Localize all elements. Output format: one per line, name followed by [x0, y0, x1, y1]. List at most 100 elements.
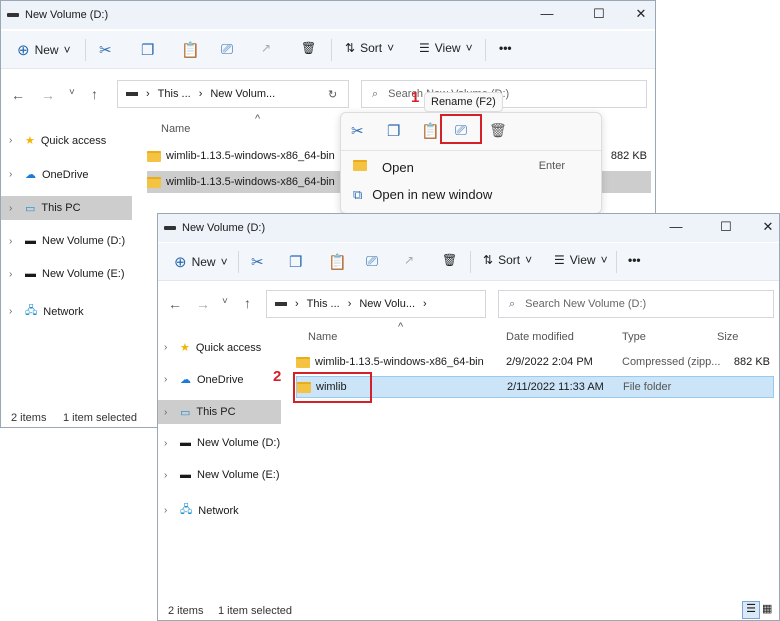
sidebar-label: OneDrive	[42, 168, 89, 181]
more-button[interactable]: •••	[499, 41, 512, 55]
sidebar-item-this-pc[interactable]: › ▭ This PC	[158, 400, 281, 424]
sidebar-item-volume-d[interactable]: › ▬ New Volume (D:)	[164, 437, 280, 449]
delete-icon[interactable]: 🗑	[489, 122, 507, 139]
copy-button[interactable]: ❐	[141, 41, 154, 59]
details-view-button[interactable]: ☰	[742, 601, 760, 619]
open-external-icon: ⧉	[353, 187, 363, 202]
close-button[interactable]: ✕	[758, 219, 778, 235]
search-input[interactable]: ⌕Search New Volume (D:)	[361, 80, 647, 108]
paste-button[interactable]: 📋	[328, 253, 347, 271]
view-button[interactable]: ☰ View ˅	[554, 253, 608, 267]
up-arrow-icon[interactable]: ↑	[244, 295, 251, 311]
network-icon: 🖧	[180, 504, 193, 516]
command-bar: ⊕ New ˅ ✂ ❐ 📋 ⎚ ↗ 🗑 ⇅ Sort ˅ ☰ View ˅ •••	[158, 243, 779, 281]
divider	[485, 39, 486, 61]
sidebar-item-onedrive[interactable]: › ☁ OneDrive	[164, 373, 243, 387]
new-label: New	[34, 43, 59, 57]
highlight-box-rename	[440, 114, 482, 144]
file-size: 882 KB	[733, 356, 770, 368]
copy-icon[interactable]: ❐	[387, 122, 400, 140]
forward-arrow-icon[interactable]: →	[41, 87, 55, 103]
file-name: wimlib-1.13.5-windows-x86_64-bin	[166, 176, 335, 188]
chevron: ›	[295, 298, 299, 310]
menu-item-open[interactable]: Open Enter	[353, 160, 593, 175]
cut-button[interactable]: ✂	[251, 253, 264, 271]
chevron-right-icon: ›	[9, 306, 13, 317]
cut-button[interactable]: ✂	[99, 41, 112, 59]
recent-chevron-icon[interactable]: ˅	[222, 296, 228, 307]
breadcrumb-volume[interactable]: New Volu...	[359, 298, 415, 310]
sidebar-item-volume-e[interactable]: › ▬ New Volume (E:)	[164, 469, 280, 481]
new-button[interactable]: ⊕ New ˅	[174, 253, 228, 271]
column-header-date[interactable]: Date modified	[506, 331, 574, 343]
sort-button[interactable]: ⇅ Sort ˅	[483, 253, 532, 267]
rename-icon: ⎚	[366, 253, 379, 270]
file-size: 882 KB	[610, 150, 647, 162]
zip-folder-icon	[147, 150, 161, 162]
divider	[85, 39, 86, 61]
cloud-icon: ☁	[25, 169, 36, 181]
sidebar-item-quick-access[interactable]: › ★ Quick access	[9, 134, 106, 148]
title-bar: New Volume (D:) — ☐ ✕	[1, 1, 655, 29]
breadcrumb-volume[interactable]: New Volum...	[210, 88, 275, 100]
divider	[331, 39, 332, 61]
sidebar-item-volume-d[interactable]: › ▬ New Volume (D:)	[9, 235, 125, 247]
recent-chevron-icon[interactable]: ˅	[69, 87, 75, 98]
chevron: ›	[347, 298, 352, 310]
sidebar-item-quick-access[interactable]: › ★ Quick access	[164, 341, 261, 355]
chevron-right-icon: ›	[9, 169, 13, 180]
close-button[interactable]: ✕	[631, 6, 651, 22]
back-arrow-icon[interactable]: ←	[11, 87, 25, 103]
copy-button[interactable]: ❐	[289, 253, 302, 271]
tiles-view-button[interactable]: ▦	[762, 602, 772, 615]
minimize-button[interactable]: —	[537, 6, 557, 21]
chevron-right-icon: ›	[164, 437, 168, 449]
maximize-button[interactable]: ☐	[589, 6, 609, 22]
menu-label: Open	[382, 160, 414, 175]
more-button[interactable]: •••	[628, 253, 641, 267]
drive-icon: ▬	[180, 437, 191, 449]
command-bar: ⊕ New ˅ ✂ ❐ 📋 ⎚ ↗ 🗑 ⇅ Sort ˅ ☰ View ˅ •••	[1, 31, 655, 69]
drive-icon	[164, 226, 176, 230]
rename-button[interactable]: ⎚	[221, 41, 233, 58]
delete-button[interactable]: 🗑	[442, 253, 457, 267]
view-button[interactable]: ☰ View ˅	[419, 41, 473, 55]
sidebar-item-this-pc[interactable]: › ▭ This PC	[1, 196, 132, 220]
rename-button[interactable]: ⎚	[366, 253, 378, 270]
sort-button[interactable]: ⇅ Sort ˅	[345, 41, 394, 55]
column-header-name[interactable]: Name	[308, 331, 337, 343]
sidebar-item-volume-e[interactable]: › ▬ New Volume (E:)	[9, 268, 125, 280]
search-input[interactable]: ⌕Search New Volume (D:)	[498, 290, 774, 318]
menu-item-open-new-window[interactable]: ⧉ Open in new window	[353, 187, 492, 203]
share-button[interactable]: ↗	[404, 253, 414, 267]
address-bar[interactable]: › This ... › New Volum... ↻	[117, 80, 349, 108]
delete-button[interactable]: 🗑	[301, 41, 316, 55]
chevron-right-icon: ›	[9, 202, 13, 214]
file-date: 2/9/2022 2:04 PM	[506, 356, 593, 368]
share-button[interactable]: ↗	[261, 41, 271, 55]
minimize-button[interactable]: —	[666, 219, 686, 234]
view-label: View	[569, 253, 596, 267]
file-row[interactable]: wimlib-1.13.5-windows-x86_64-bin 2/9/2022…	[296, 351, 774, 373]
column-header-type[interactable]: Type	[622, 331, 646, 343]
breadcrumb-this-pc[interactable]: This ...	[158, 88, 191, 100]
maximize-button[interactable]: ☐	[716, 219, 736, 235]
paste-icon[interactable]: 📋	[421, 122, 440, 140]
new-button[interactable]: ⊕ New ˅	[17, 41, 71, 59]
back-arrow-icon[interactable]: ←	[168, 296, 182, 312]
up-arrow-icon[interactable]: ↑	[91, 86, 98, 102]
sidebar-item-onedrive[interactable]: › ☁ OneDrive	[9, 168, 89, 182]
forward-arrow-icon[interactable]: →	[196, 296, 210, 312]
chevron-right-icon: ›	[9, 135, 13, 146]
column-header-size[interactable]: Size	[717, 331, 738, 343]
breadcrumb-this-pc[interactable]: This ...	[307, 298, 340, 310]
address-bar[interactable]: › This ... › New Volu... ›	[266, 290, 486, 318]
selection-count: 1 item selected	[218, 605, 292, 617]
cut-icon[interactable]: ✂	[351, 122, 364, 140]
column-header-name[interactable]: Name	[161, 123, 190, 135]
sidebar-item-network[interactable]: › 🖧 Network	[9, 302, 84, 321]
refresh-icon[interactable]: ↻	[328, 88, 337, 101]
paste-button[interactable]: 📋	[181, 41, 200, 59]
chevron-right-icon: ›	[9, 268, 13, 280]
sidebar-item-network[interactable]: › 🖧 Network	[164, 501, 239, 520]
